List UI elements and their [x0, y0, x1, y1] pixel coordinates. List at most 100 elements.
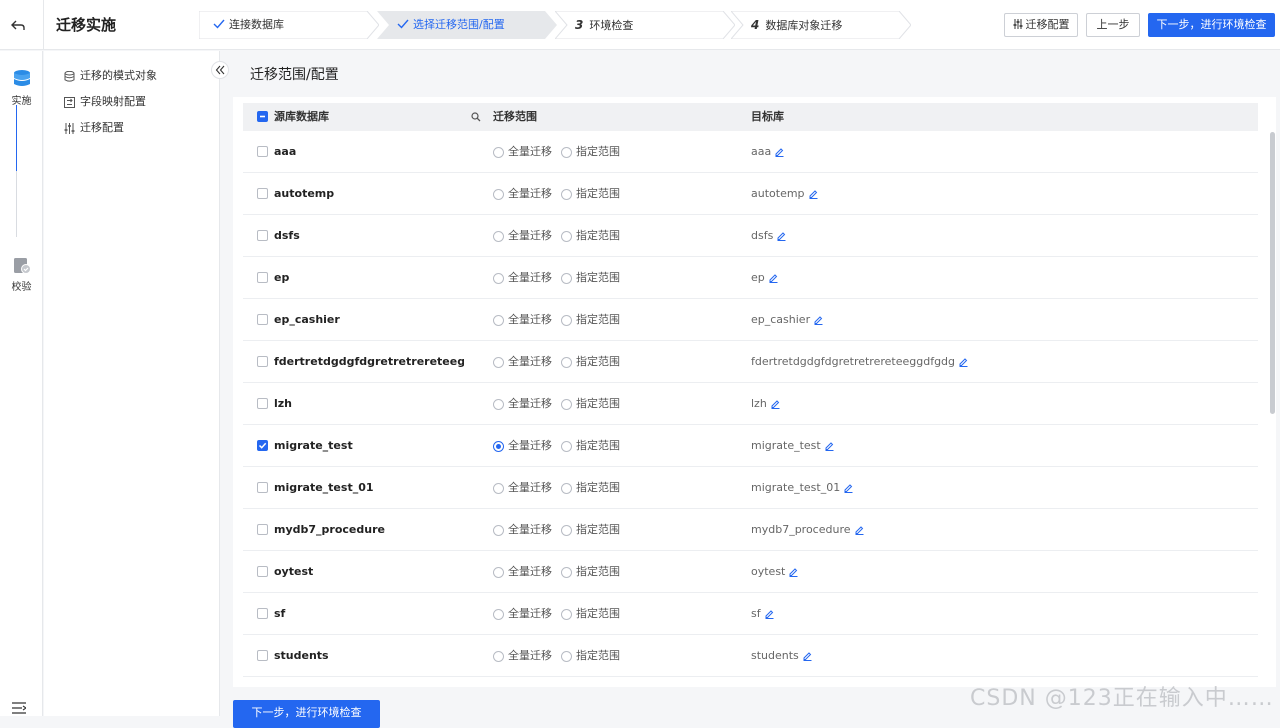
scope-specified-radio[interactable] [561, 315, 572, 326]
table-row[interactable]: ep 全量迁移 指定范围 ep [243, 257, 1258, 299]
scope-specified-label[interactable]: 指定范围 [576, 299, 620, 341]
edit-icon[interactable] [803, 651, 812, 661]
scope-specified-radio[interactable] [561, 273, 572, 284]
scope-specified-radio[interactable] [561, 399, 572, 410]
row-checkbox[interactable] [257, 566, 268, 577]
edit-icon[interactable] [771, 399, 780, 409]
vertical-scrollbar[interactable] [1270, 132, 1275, 414]
scope-full-radio[interactable] [493, 273, 504, 284]
search-icon[interactable] [471, 112, 481, 122]
row-checkbox[interactable] [257, 440, 268, 451]
edit-icon[interactable] [765, 609, 774, 619]
collapse-sidebar-button[interactable] [211, 61, 229, 79]
rail-implement[interactable]: 实施 [0, 69, 43, 107]
scope-specified-radio[interactable] [561, 147, 572, 158]
scope-full-radio[interactable] [493, 357, 504, 368]
scope-specified-radio[interactable] [561, 567, 572, 578]
table-row[interactable]: dsfs 全量迁移 指定范围 dsfs [243, 215, 1258, 257]
scope-full-radio[interactable] [493, 399, 504, 410]
row-checkbox[interactable] [257, 188, 268, 199]
row-checkbox[interactable] [257, 356, 268, 367]
row-checkbox[interactable] [257, 398, 268, 409]
table-row[interactable]: lzh 全量迁移 指定范围 lzh [243, 383, 1258, 425]
scope-full-radio[interactable] [493, 147, 504, 158]
scope-specified-label[interactable]: 指定范围 [576, 383, 620, 425]
edit-icon[interactable] [855, 525, 864, 535]
scope-full-label[interactable]: 全量迁移 [508, 593, 552, 635]
scope-specified-radio[interactable] [561, 189, 572, 200]
step-connect-db[interactable]: 连接数据库 [199, 11, 379, 39]
menu-icon[interactable] [12, 702, 26, 714]
next-step-button[interactable]: 下一步，进行环境检查 [1148, 13, 1275, 37]
scope-specified-radio[interactable] [561, 231, 572, 242]
back-arrow-icon[interactable] [6, 14, 30, 38]
step-env-check[interactable]: 3 环境检查 [555, 11, 735, 39]
scope-full-radio[interactable] [493, 483, 504, 494]
sidebar-item-schema-objects[interactable]: 迁移的模式对象 [64, 67, 157, 85]
table-row[interactable]: oytest 全量迁移 指定范围 oytest [243, 551, 1258, 593]
scope-full-label[interactable]: 全量迁移 [508, 467, 552, 509]
scope-full-label[interactable]: 全量迁移 [508, 131, 552, 173]
table-row[interactable]: autotemp 全量迁移 指定范围 autotemp [243, 173, 1258, 215]
edit-icon[interactable] [775, 147, 784, 157]
prev-step-button[interactable]: 上一步 [1086, 13, 1140, 37]
scope-specified-label[interactable]: 指定范围 [576, 215, 620, 257]
edit-icon[interactable] [769, 273, 778, 283]
edit-icon[interactable] [809, 189, 818, 199]
step-select-scope[interactable]: 选择迁移范围/配置 [377, 11, 559, 39]
scope-full-radio[interactable] [493, 525, 504, 536]
scope-full-label[interactable]: 全量迁移 [508, 383, 552, 425]
row-checkbox[interactable] [257, 608, 268, 619]
scope-full-radio[interactable] [493, 609, 504, 620]
scope-full-radio[interactable] [493, 231, 504, 242]
edit-icon[interactable] [777, 231, 786, 241]
row-checkbox[interactable] [257, 482, 268, 493]
table-row[interactable]: sf 全量迁移 指定范围 sf [243, 593, 1258, 635]
scope-full-label[interactable]: 全量迁移 [508, 257, 552, 299]
edit-icon[interactable] [959, 357, 968, 367]
scope-full-label[interactable]: 全量迁移 [508, 341, 552, 383]
edit-icon[interactable] [789, 567, 798, 577]
scope-specified-label[interactable]: 指定范围 [576, 467, 620, 509]
scope-specified-label[interactable]: 指定范围 [576, 635, 620, 677]
scope-specified-label[interactable]: 指定范围 [576, 551, 620, 593]
scope-full-label[interactable]: 全量迁移 [508, 635, 552, 677]
row-checkbox[interactable] [257, 524, 268, 535]
scope-specified-label[interactable]: 指定范围 [576, 341, 620, 383]
scope-full-radio[interactable] [493, 189, 504, 200]
table-row[interactable]: fdertretdgdgfdgretretrereteeggdfg... 全量迁移… [243, 341, 1258, 383]
scope-specified-label[interactable]: 指定范围 [576, 593, 620, 635]
scope-full-label[interactable]: 全量迁移 [508, 215, 552, 257]
table-row[interactable]: aaa 全量迁移 指定范围 aaa [243, 131, 1258, 173]
edit-icon[interactable] [844, 483, 853, 493]
row-checkbox[interactable] [257, 146, 268, 157]
scope-full-radio[interactable] [493, 441, 504, 452]
scope-full-label[interactable]: 全量迁移 [508, 509, 552, 551]
table-row[interactable]: mydb7_procedure 全量迁移 指定范围 mydb7_procedure [243, 509, 1258, 551]
scope-specified-label[interactable]: 指定范围 [576, 509, 620, 551]
scope-specified-label[interactable]: 指定范围 [576, 173, 620, 215]
row-checkbox[interactable] [257, 650, 268, 661]
bottom-next-step-button[interactable]: 下一步，进行环境检查 [233, 700, 380, 728]
scope-specified-radio[interactable] [561, 525, 572, 536]
edit-icon[interactable] [825, 441, 834, 451]
scope-full-radio[interactable] [493, 651, 504, 662]
row-checkbox[interactable] [257, 272, 268, 283]
row-checkbox[interactable] [257, 314, 268, 325]
scope-specified-label[interactable]: 指定范围 [576, 131, 620, 173]
sidebar-item-migration-config[interactable]: 迁移配置 [64, 119, 124, 137]
row-checkbox[interactable] [257, 230, 268, 241]
scope-specified-radio[interactable] [561, 609, 572, 620]
table-row[interactable]: ep_cashier 全量迁移 指定范围 ep_cashier [243, 299, 1258, 341]
table-row[interactable]: students 全量迁移 指定范围 students [243, 635, 1258, 677]
scope-full-radio[interactable] [493, 315, 504, 326]
table-row[interactable]: migrate_test_01 全量迁移 指定范围 migrate_test_01 [243, 467, 1258, 509]
scope-specified-label[interactable]: 指定范围 [576, 425, 620, 467]
scope-full-label[interactable]: 全量迁移 [508, 299, 552, 341]
rail-verify[interactable]: 校验 [0, 257, 43, 293]
migration-config-button[interactable]: 迁移配置 [1004, 13, 1078, 37]
scope-full-label[interactable]: 全量迁移 [508, 551, 552, 593]
scope-full-label[interactable]: 全量迁移 [508, 173, 552, 215]
scope-specified-radio[interactable] [561, 441, 572, 452]
scope-specified-radio[interactable] [561, 357, 572, 368]
